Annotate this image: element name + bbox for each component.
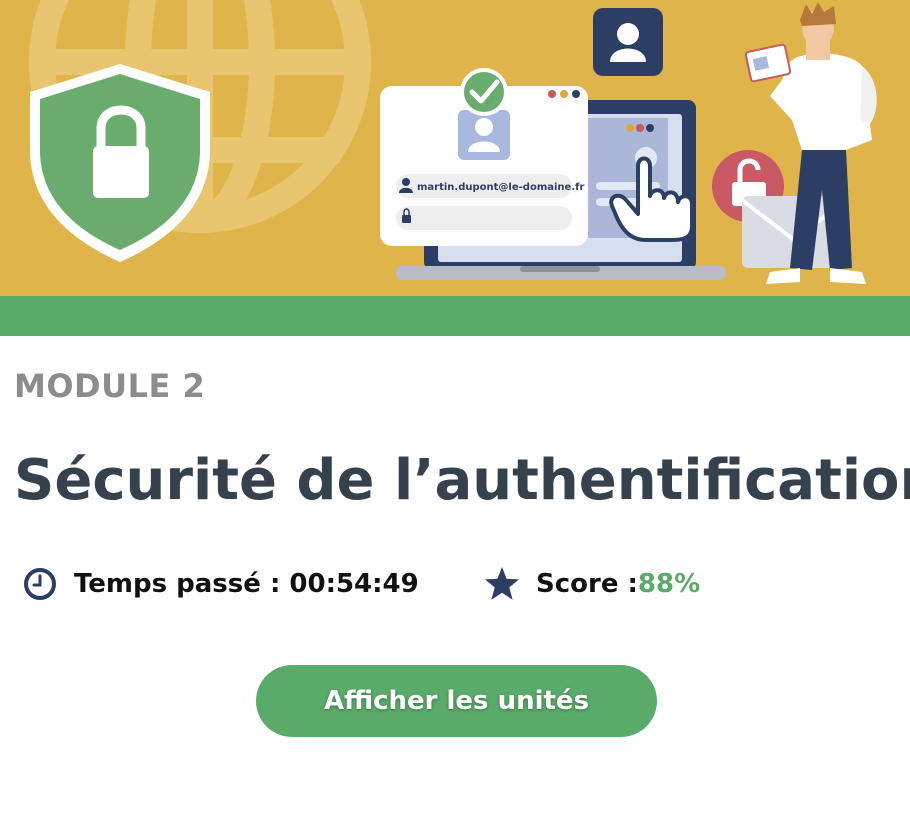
module-card: martin.dupont@le-domaine.fr MODULE 2 Séc… bbox=[0, 0, 910, 838]
score-value: 88% bbox=[637, 569, 701, 599]
module-banner-illustration: martin.dupont@le-domaine.fr bbox=[0, 0, 910, 296]
time-spent-label: Temps passé : 00:54:49 bbox=[74, 569, 419, 599]
user-badge-icon bbox=[593, 8, 663, 76]
banner-email-text: martin.dupont@le-domaine.fr bbox=[417, 182, 584, 193]
star-icon bbox=[485, 567, 519, 600]
module-number: MODULE 2 bbox=[14, 367, 206, 405]
banner-illustration: martin.dupont@le-domaine.fr bbox=[29, 0, 877, 284]
score-label: Score : bbox=[536, 569, 638, 599]
banner-green-band bbox=[0, 296, 910, 336]
score-stat: Score : 88% bbox=[484, 562, 700, 606]
clock-icon bbox=[24, 568, 56, 600]
module-title: Sécurité de l’authentification bbox=[14, 448, 910, 513]
login-card-illustration: martin.dupont@le-domaine.fr bbox=[380, 68, 588, 246]
time-spent-stat: Temps passé : 00:54:49 bbox=[22, 562, 419, 606]
shield-icon bbox=[30, 64, 210, 262]
show-units-button[interactable]: Afficher les unités bbox=[256, 665, 657, 737]
